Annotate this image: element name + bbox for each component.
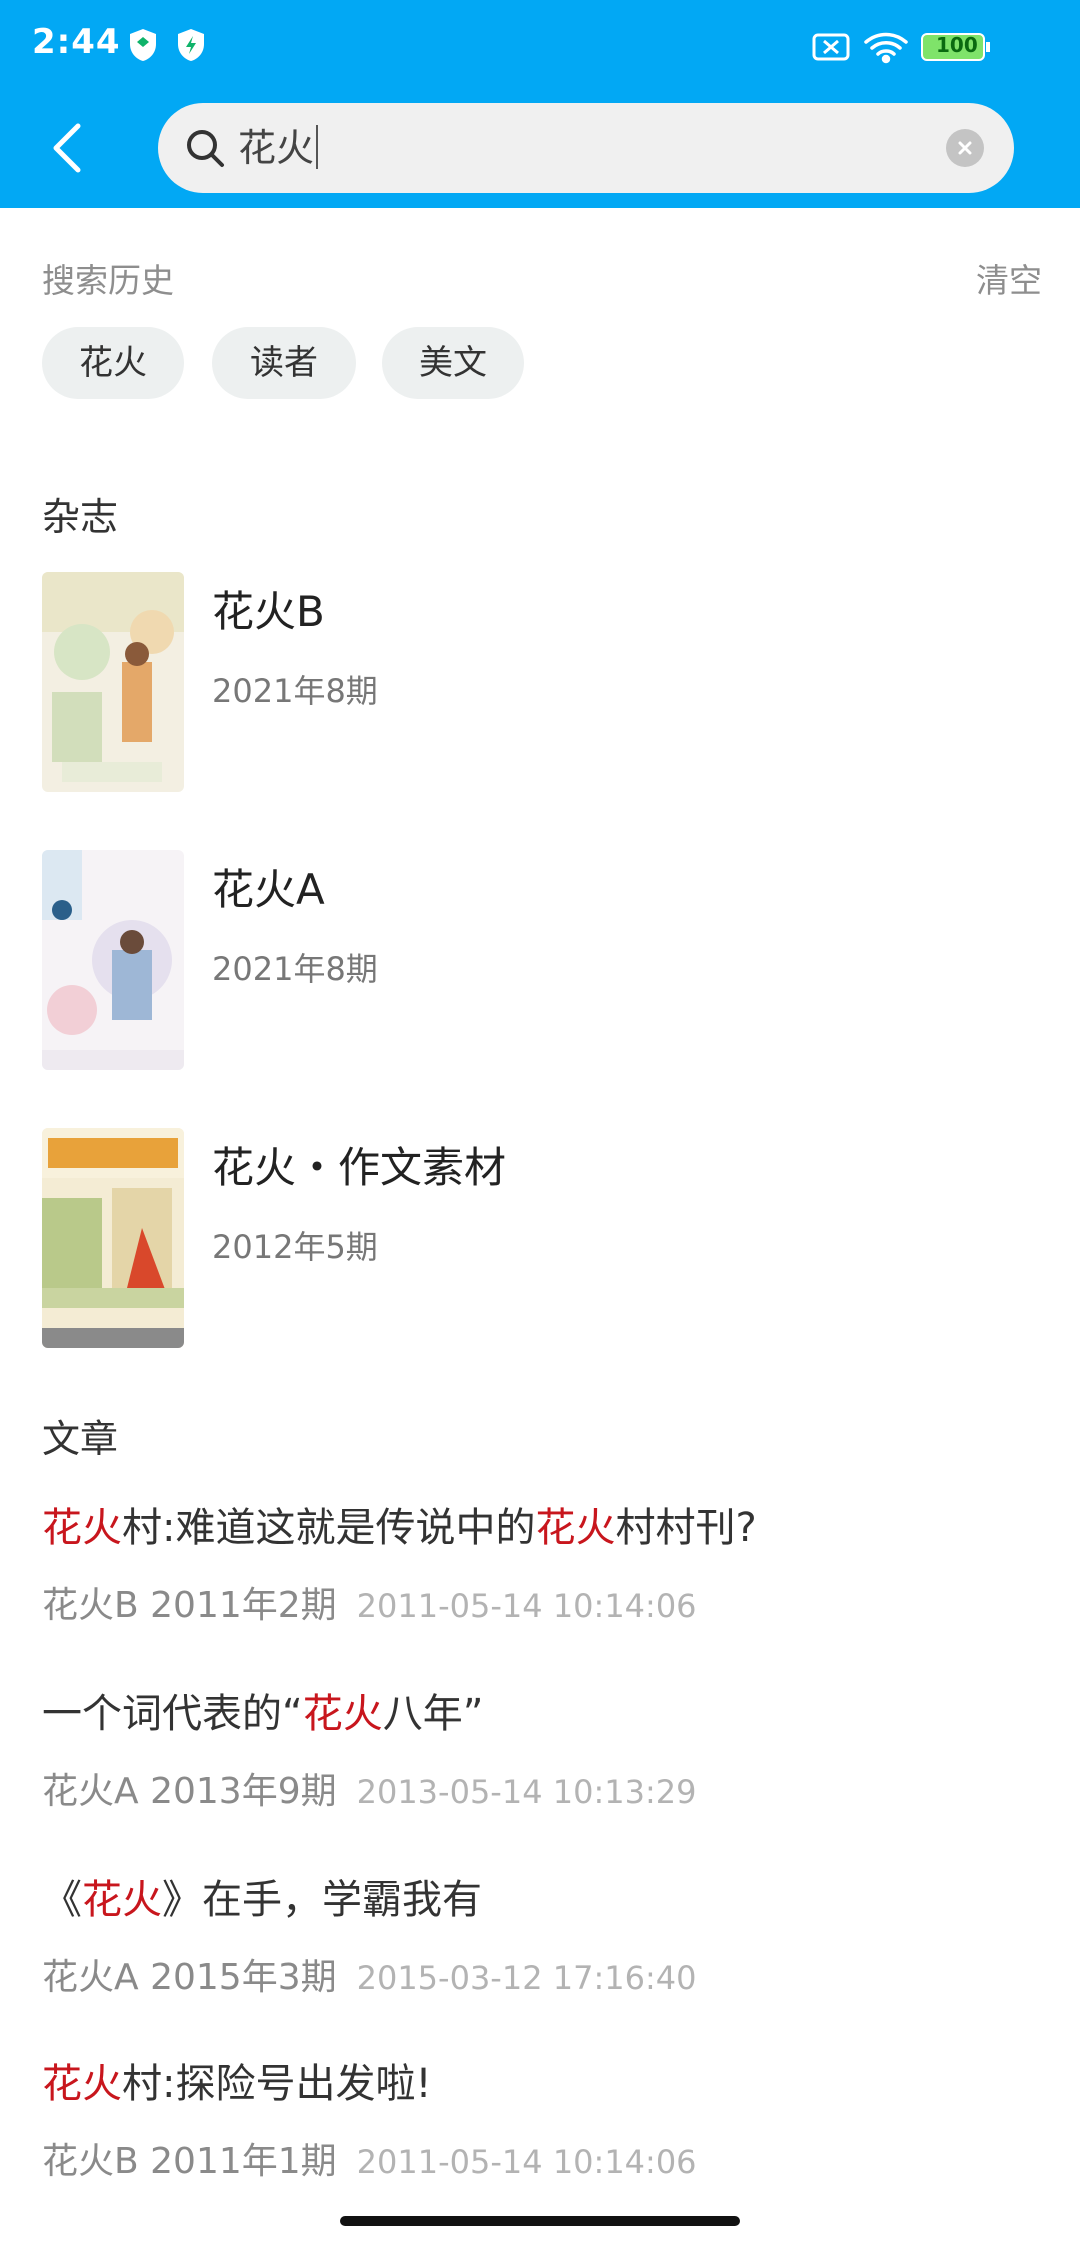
sim-off-icon: [812, 33, 850, 61]
clear-history-button[interactable]: 清空: [976, 254, 1042, 302]
shield-icon: [130, 29, 156, 61]
article-title: 一个词代表的“花火八年”: [42, 1691, 484, 1737]
home-indicator[interactable]: [340, 2216, 740, 2226]
article-source: 花火B 2011年2期: [42, 1585, 337, 1626]
history-chip[interactable]: 花火: [42, 327, 184, 399]
article-item[interactable]: 花火村:难道这就是传说中的花火村村刊? 花火B 2011年2期 2011-05-1…: [42, 1500, 1042, 1630]
article-date: 2013-05-14 10:13:29: [356, 1773, 697, 1811]
article-title: 花火村:难道这就是传说中的花火村村刊?: [42, 1505, 757, 1551]
magazine-title: 花火B: [212, 587, 325, 636]
article-item[interactable]: 花火村:探险号出发啦! 花火B 2011年1期 2011-05-14 10:14:…: [42, 2056, 1042, 2186]
article-source: 花火B 2011年1期: [42, 2141, 337, 2182]
close-icon: [958, 141, 972, 155]
shield-icon: [178, 29, 204, 61]
status-icons: 100: [810, 30, 1040, 64]
search-icon: [187, 130, 224, 167]
article-source: 花火A 2015年3期: [42, 1957, 337, 1998]
history-chip[interactable]: 美文: [382, 327, 524, 399]
clear-search-button[interactable]: [946, 129, 984, 167]
history-chip[interactable]: 读者: [212, 327, 356, 399]
history-label: 搜索历史: [42, 261, 174, 300]
search-input[interactable]: 花火: [158, 103, 1014, 193]
article-date: 2011-05-14 10:14:06: [356, 2143, 697, 2181]
article-item[interactable]: 《花火》在手，学霸我有 花火A 2015年3期 2015-03-12 17:16:…: [42, 1872, 1042, 2002]
article-title: 花火村:探险号出发啦!: [42, 2061, 432, 2107]
articles-section-title: 文章: [42, 1417, 119, 1461]
magazine-cover: [42, 850, 184, 1070]
magazine-cover: [42, 1128, 184, 1348]
magazine-issue: 2021年8期: [212, 950, 378, 988]
back-arrow-icon[interactable]: [44, 118, 94, 178]
article-item[interactable]: 一个词代表的“花火八年” 花火A 2013年9期 2013-05-14 10:13…: [42, 1686, 1042, 1816]
article-meta: 花火B 2011年1期 2011-05-14 10:14:06: [42, 2138, 1042, 2186]
magazine-item[interactable]: 花火B 2021年8期: [42, 572, 1032, 792]
article-source: 花火A 2013年9期: [42, 1771, 337, 1812]
article-title: 《花火》在手，学霸我有: [42, 1877, 482, 1923]
wifi-icon: [864, 32, 908, 64]
magazine-item[interactable]: 花火A 2021年8期: [42, 850, 1032, 1070]
article-date: 2011-05-14 10:14:06: [356, 1587, 697, 1625]
search-query: 花火: [238, 126, 315, 170]
magazine-item[interactable]: 花火・作文素材 2012年5期: [42, 1128, 1032, 1348]
article-date: 2015-03-12 17:16:40: [356, 1959, 697, 1997]
magazine-issue: 2012年5期: [212, 1228, 378, 1266]
top-app-bar: 2:44 100 花火: [0, 0, 1080, 208]
magazine-title: 花火・作文素材: [212, 1143, 507, 1192]
magazine-cover: [42, 572, 184, 792]
article-meta: 花火A 2015年3期 2015-03-12 17:16:40: [42, 1954, 1042, 2002]
article-meta: 花火B 2011年2期 2011-05-14 10:14:06: [42, 1582, 1042, 1630]
magazines-section-title: 杂志: [42, 495, 119, 539]
magazine-issue: 2021年8期: [212, 672, 378, 710]
text-caret: [316, 125, 319, 169]
magazine-title: 花火A: [212, 865, 325, 914]
article-meta: 花火A 2013年9期 2013-05-14 10:13:29: [42, 1768, 1042, 1816]
status-time: 2:44: [32, 22, 121, 62]
battery-level: 100: [936, 33, 978, 57]
